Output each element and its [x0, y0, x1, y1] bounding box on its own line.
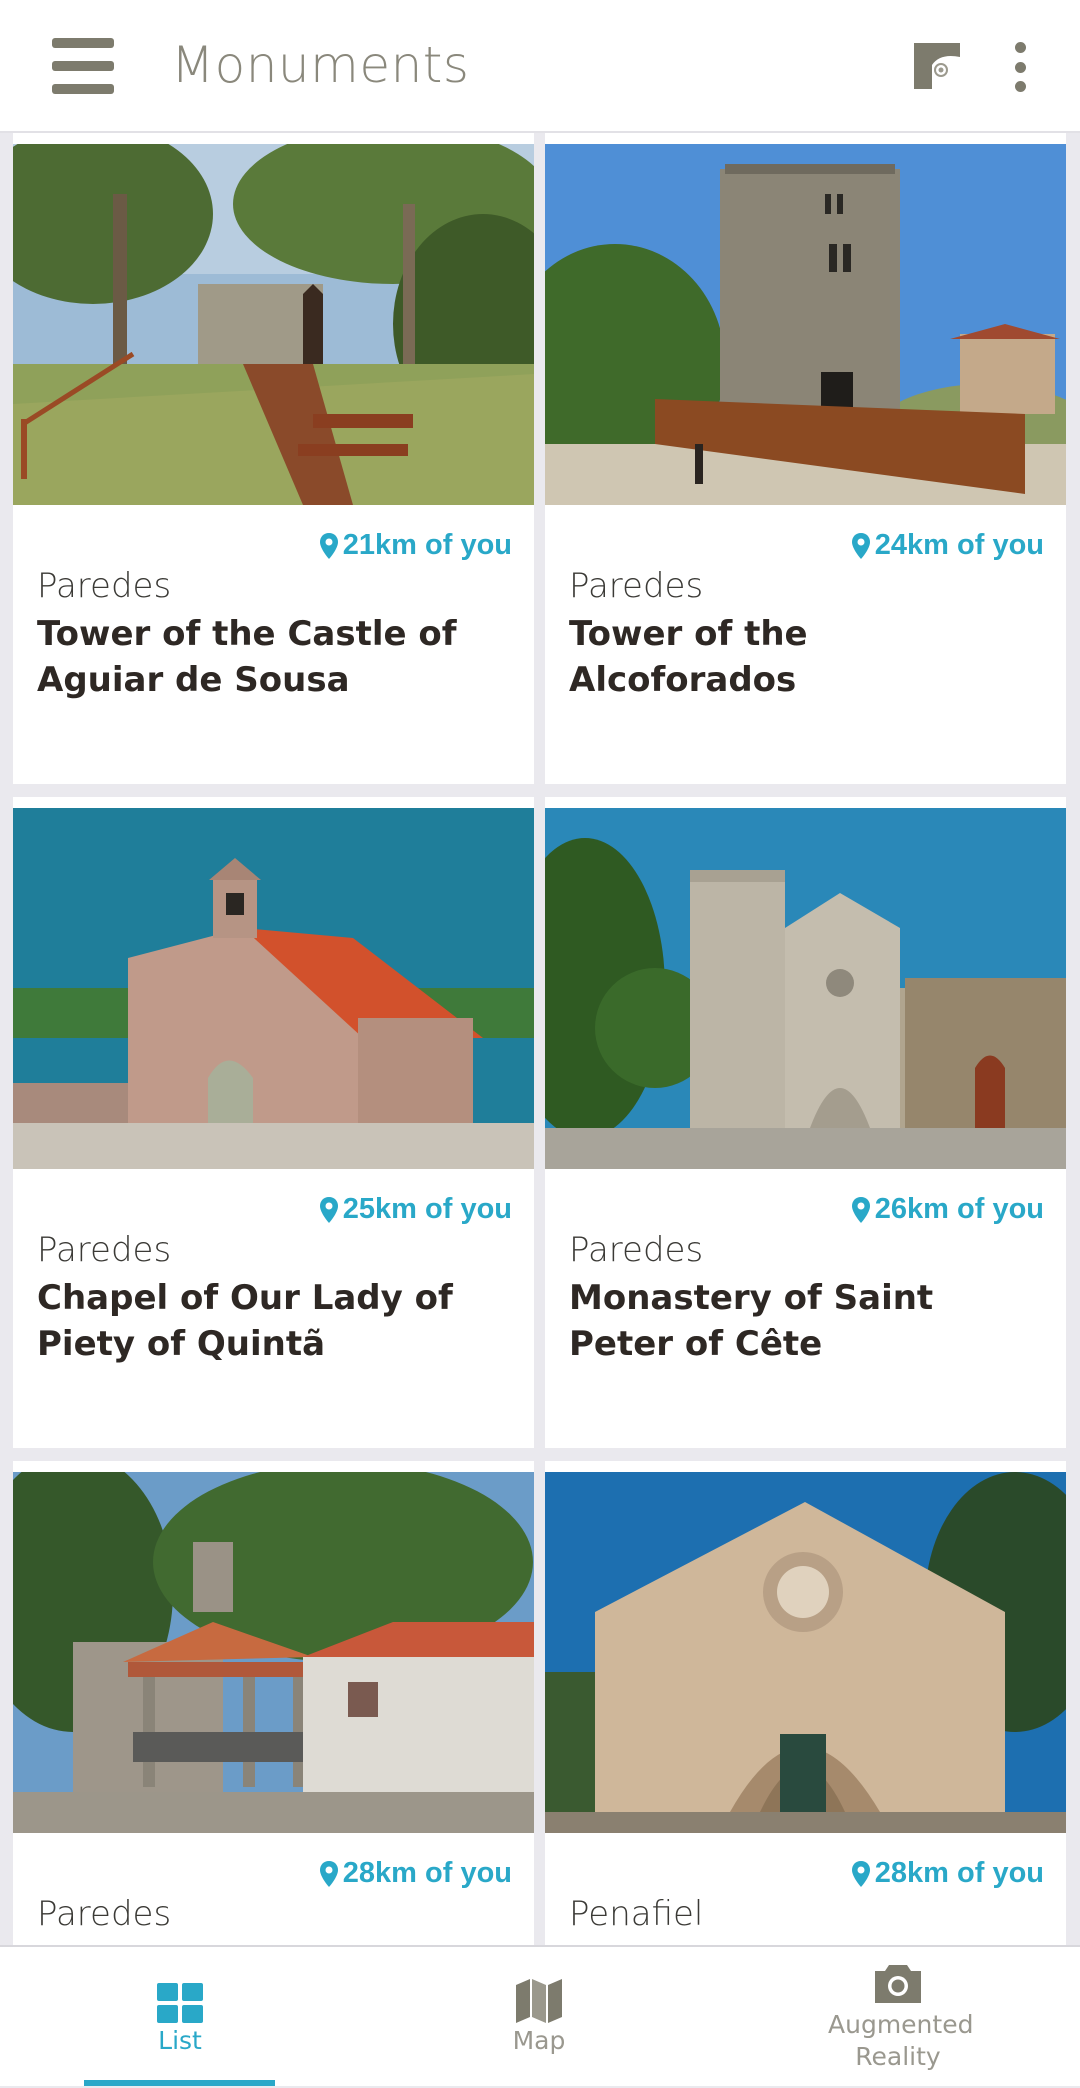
tab-list-label: List — [158, 2026, 202, 2055]
location-pin-icon — [319, 1860, 338, 1887]
distance-label: 25km of you — [319, 1193, 512, 1226]
active-tab-indicator — [84, 2080, 275, 2086]
page-title: Monuments — [171, 36, 470, 94]
monument-card[interactable]: 28km of you Penafiel — [545, 1461, 1066, 1945]
monument-city: Paredes — [37, 566, 172, 606]
tab-map[interactable]: Map — [389, 1947, 689, 2088]
more-vertical-icon[interactable] — [1010, 42, 1030, 92]
monument-name: Tower of the Castle of Aguiar de Sousa — [37, 614, 457, 700]
monument-name: Monastery of Saint Peter of Cête — [569, 1278, 934, 1364]
distance-label: 28km of you — [319, 1857, 512, 1890]
location-pin-icon — [851, 1860, 870, 1887]
distance-label: 21km of you — [319, 529, 512, 562]
monument-photo — [13, 1472, 534, 1833]
monument-photo — [545, 1472, 1066, 1833]
camera-icon — [875, 1965, 921, 2003]
augmented-reality-icon[interactable] — [914, 43, 960, 89]
monument-name: Chapel of Our Lady of Piety of Quintã — [37, 1278, 453, 1364]
distance-label: 28km of you — [851, 1857, 1044, 1890]
tab-list[interactable]: List — [30, 1947, 330, 2088]
location-pin-icon — [319, 532, 338, 559]
location-pin-icon — [851, 532, 870, 559]
monument-city: Paredes — [37, 1230, 172, 1270]
distance-label: 26km of you — [851, 1193, 1044, 1226]
monument-city: Paredes — [37, 1894, 172, 1934]
hamburger-menu-icon[interactable] — [52, 38, 114, 94]
distance-label: 24km of you — [851, 529, 1044, 562]
monument-photo — [545, 808, 1066, 1169]
bottom-navigation: List Map Augmented Reality — [0, 1945, 1080, 2086]
app-bar: Monuments — [0, 0, 1080, 133]
monument-city: Paredes — [569, 1230, 704, 1270]
grid-icon — [157, 1983, 203, 2023]
monument-grid: 21km of you Paredes Tower of the Castle … — [0, 133, 1080, 1945]
tab-map-label: Map — [512, 2026, 566, 2055]
monument-card[interactable]: 28km of you Paredes — [13, 1461, 534, 1945]
location-pin-icon — [851, 1196, 870, 1223]
monument-name: Tower of the Alcoforados — [569, 614, 808, 700]
location-pin-icon — [319, 1196, 338, 1223]
tab-augmented-reality[interactable]: Augmented Reality — [748, 1947, 1048, 2088]
monument-photo — [545, 144, 1066, 505]
monument-photo — [13, 808, 534, 1169]
monument-card[interactable]: 25km of you Paredes Chapel of Our Lady o… — [13, 797, 534, 1448]
monument-card[interactable]: 26km of you Paredes Monastery of Saint P… — [545, 797, 1066, 1448]
monument-photo — [13, 144, 534, 505]
tab-augmented-reality-label: Augmented Reality — [828, 2010, 974, 2071]
monument-city: Paredes — [569, 566, 704, 606]
monument-city: Penafiel — [569, 1894, 704, 1934]
monument-card[interactable]: 21km of you Paredes Tower of the Castle … — [13, 133, 534, 784]
monument-card[interactable]: 24km of you Paredes Tower of the Alcofor… — [545, 133, 1066, 784]
map-icon — [516, 1979, 562, 2023]
